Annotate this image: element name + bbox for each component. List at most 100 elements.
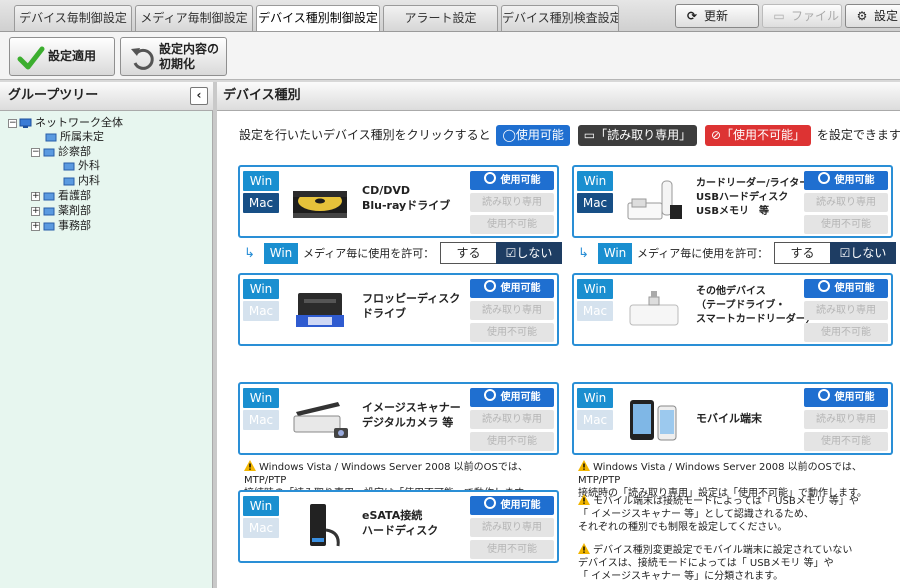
allow-button[interactable]: 使用可能 bbox=[470, 388, 554, 407]
reset-settings-button[interactable]: 設定内容の 初期化 bbox=[120, 37, 227, 76]
allow-button[interactable]: 使用可能 bbox=[804, 171, 888, 190]
mac-badge[interactable]: Mac bbox=[577, 193, 613, 213]
apply-settings-button[interactable]: 設定適用 bbox=[9, 37, 115, 76]
deny-button[interactable]: 使用不可能 bbox=[804, 432, 888, 451]
tree-node-admin[interactable]: + 事務部 bbox=[31, 219, 91, 232]
win-badge[interactable]: Win bbox=[243, 388, 279, 408]
warning-icon bbox=[578, 460, 590, 471]
device-card-optical[interactable]: Win Mac CD/DVD Blu-rayドライブ 使用可能 読み取り専用 使… bbox=[238, 165, 559, 238]
mac-badge: Mac bbox=[577, 301, 613, 321]
deny-button[interactable]: 使用不可能 bbox=[804, 215, 888, 234]
group-icon bbox=[43, 207, 55, 215]
tree-expander[interactable]: + bbox=[31, 206, 40, 216]
mobile-icon bbox=[630, 400, 677, 441]
media-permit-no-button[interactable]: ☑しない bbox=[830, 242, 896, 264]
tree-node-pharmacy[interactable]: + 薬剤部 bbox=[31, 204, 91, 217]
group-icon bbox=[45, 133, 57, 141]
tree-expander[interactable]: + bbox=[31, 191, 40, 201]
device-card-floppy[interactable]: Win Mac フロッピーディスク ドライブ 使用可能 読み取り専用 使用不可能 bbox=[238, 273, 559, 346]
device-name: その他デバイス （テープドライブ・ スマートカードリーダー） bbox=[696, 286, 816, 325]
tree-node-unassigned[interactable]: 所属未定 bbox=[44, 130, 104, 143]
tab-media-control[interactable]: メディア毎制御設定 bbox=[135, 5, 253, 31]
allow-button[interactable]: 使用可能 bbox=[470, 496, 554, 515]
deny-button[interactable]: 使用不可能 bbox=[470, 432, 554, 451]
device-card-mobile[interactable]: Win Mac モバイル端末 使用可能 読み取り専用 使用不可能 bbox=[572, 382, 893, 455]
group-icon bbox=[43, 222, 55, 230]
allow-button[interactable]: 使用可能 bbox=[804, 279, 888, 298]
file-icon: ▭ bbox=[773, 9, 785, 23]
tab-device-type-inspection[interactable]: デバイス種別検査設定 bbox=[501, 5, 619, 31]
readonly-button[interactable]: 読み取り専用 bbox=[804, 410, 888, 429]
deny-button[interactable]: 使用不可能 bbox=[470, 215, 554, 234]
intro-prefix: 設定を行いたいデバイス種別をクリックすると bbox=[239, 128, 491, 142]
media-permit-yes-button[interactable]: する bbox=[440, 242, 497, 264]
win-badge[interactable]: Win bbox=[243, 171, 279, 191]
media-permit-no-label: しない bbox=[850, 246, 887, 260]
tab-device-type-control[interactable]: デバイス種別制御設定 bbox=[256, 5, 380, 32]
other-device-icon bbox=[629, 291, 679, 326]
allow-button[interactable]: 使用可能 bbox=[804, 388, 888, 407]
device-name: フロッピーディスク ドライブ bbox=[362, 292, 461, 320]
tree-expander[interactable]: + bbox=[31, 221, 40, 231]
readonly-button[interactable]: 読み取り専用 bbox=[470, 410, 554, 429]
tree-node-clinical[interactable]: − 診察部 bbox=[31, 145, 91, 158]
settings-label: 設定 bbox=[874, 9, 899, 23]
warning-icon bbox=[244, 460, 256, 471]
tree-expander[interactable]: − bbox=[31, 147, 40, 157]
win-badge: Win bbox=[598, 243, 632, 264]
win-badge[interactable]: Win bbox=[577, 171, 613, 191]
win-badge[interactable]: Win bbox=[577, 388, 613, 408]
allow-button[interactable]: 使用可能 bbox=[470, 279, 554, 298]
readonly-button[interactable]: 読み取り専用 bbox=[470, 301, 554, 320]
media-permit-yes-button[interactable]: する bbox=[774, 242, 831, 264]
device-card-esata[interactable]: Win Mac eSATA接続 ハードディスク 使用可能 読み取り専用 使用不可… bbox=[238, 490, 559, 563]
deny-button[interactable]: 使用不可能 bbox=[470, 540, 554, 559]
legend-deny-chip: ⊘「使用不可能」 bbox=[704, 125, 812, 146]
group-icon bbox=[63, 162, 75, 170]
settings-button[interactable]: ⚙ 設定 bbox=[845, 4, 900, 28]
tree-node-internal-medicine[interactable]: 内科 bbox=[62, 174, 100, 187]
tab-alert-settings[interactable]: アラート設定 bbox=[383, 5, 498, 31]
deny-button[interactable]: 使用不可能 bbox=[804, 323, 888, 342]
tab-device-control[interactable]: デバイス毎制御設定 bbox=[14, 5, 132, 31]
tree-node-surgery[interactable]: 外科 bbox=[62, 159, 100, 172]
mac-badge: Mac bbox=[243, 301, 279, 321]
deny-button[interactable]: 使用不可能 bbox=[470, 323, 554, 342]
group-tree-header: グループツリー ‹ bbox=[0, 82, 213, 111]
arrow-icon: ↳ bbox=[244, 246, 255, 261]
reset-settings-label: 設定内容の 初期化 bbox=[159, 42, 220, 71]
legend-allow-chip: ◯使用可能 bbox=[496, 125, 570, 146]
mac-badge: Mac bbox=[243, 410, 279, 430]
media-permit-label: メディア毎に使用を許可： bbox=[303, 247, 435, 260]
legend-readonly-label: 「読み取り専用」 bbox=[595, 128, 692, 142]
media-permit-label: メディア毎に使用を許可： bbox=[637, 247, 769, 260]
device-card-scanner[interactable]: Win Mac イメージスキャナー デジタルカメラ 等 使用可能 読み取り専用 … bbox=[238, 382, 559, 455]
readonly-button[interactable]: 読み取り専用 bbox=[804, 193, 888, 212]
legend-readonly-chip: ▭「読み取り専用」 bbox=[577, 125, 698, 146]
device-card-usb[interactable]: Win Mac カードリーダー/ライター USBハードディスク USBメモリ 等… bbox=[572, 165, 893, 238]
allow-button[interactable]: 使用可能 bbox=[470, 171, 554, 190]
win-badge: Win bbox=[264, 243, 298, 264]
device-card-other[interactable]: Win Mac その他デバイス （テープドライブ・ スマートカードリーダー） 使… bbox=[572, 273, 893, 346]
mac-badge[interactable]: Mac bbox=[243, 193, 279, 213]
media-permit-usb: ↳ Win メディア毎に使用を許可： する ☑しない bbox=[578, 242, 898, 264]
readonly-button[interactable]: 読み取り専用 bbox=[470, 518, 554, 537]
tree-node-network[interactable]: − ネットワーク全体 bbox=[8, 116, 123, 129]
win-badge[interactable]: Win bbox=[577, 279, 613, 299]
apply-settings-label: 設定適用 bbox=[48, 49, 97, 63]
file-button[interactable]: ▭ ファイル bbox=[762, 4, 842, 28]
readonly-button[interactable]: 読み取り専用 bbox=[804, 301, 888, 320]
refresh-button[interactable]: ⟳ 更新 bbox=[675, 4, 759, 28]
gear-icon: ⚙ bbox=[856, 9, 868, 23]
collapse-panel-button[interactable]: ‹ bbox=[190, 87, 208, 105]
intro-text: 設定を行いたいデバイス種別をクリックすると ◯使用可能 ▭「読み取り専用」 ⊘「… bbox=[239, 125, 900, 146]
readonly-button[interactable]: 読み取り専用 bbox=[470, 193, 554, 212]
undo-icon bbox=[131, 48, 154, 70]
win-badge[interactable]: Win bbox=[243, 279, 279, 299]
media-permit-no-button[interactable]: ☑しない bbox=[496, 242, 562, 264]
tree-node-nursing[interactable]: + 看護部 bbox=[31, 189, 91, 202]
tab-bar: デバイス毎制御設定 メディア毎制御設定 デバイス種別制御設定 アラート設定 デバ… bbox=[0, 0, 900, 32]
win-badge[interactable]: Win bbox=[243, 496, 279, 516]
tree-expander[interactable]: − bbox=[8, 118, 17, 128]
check-icon bbox=[17, 46, 45, 70]
